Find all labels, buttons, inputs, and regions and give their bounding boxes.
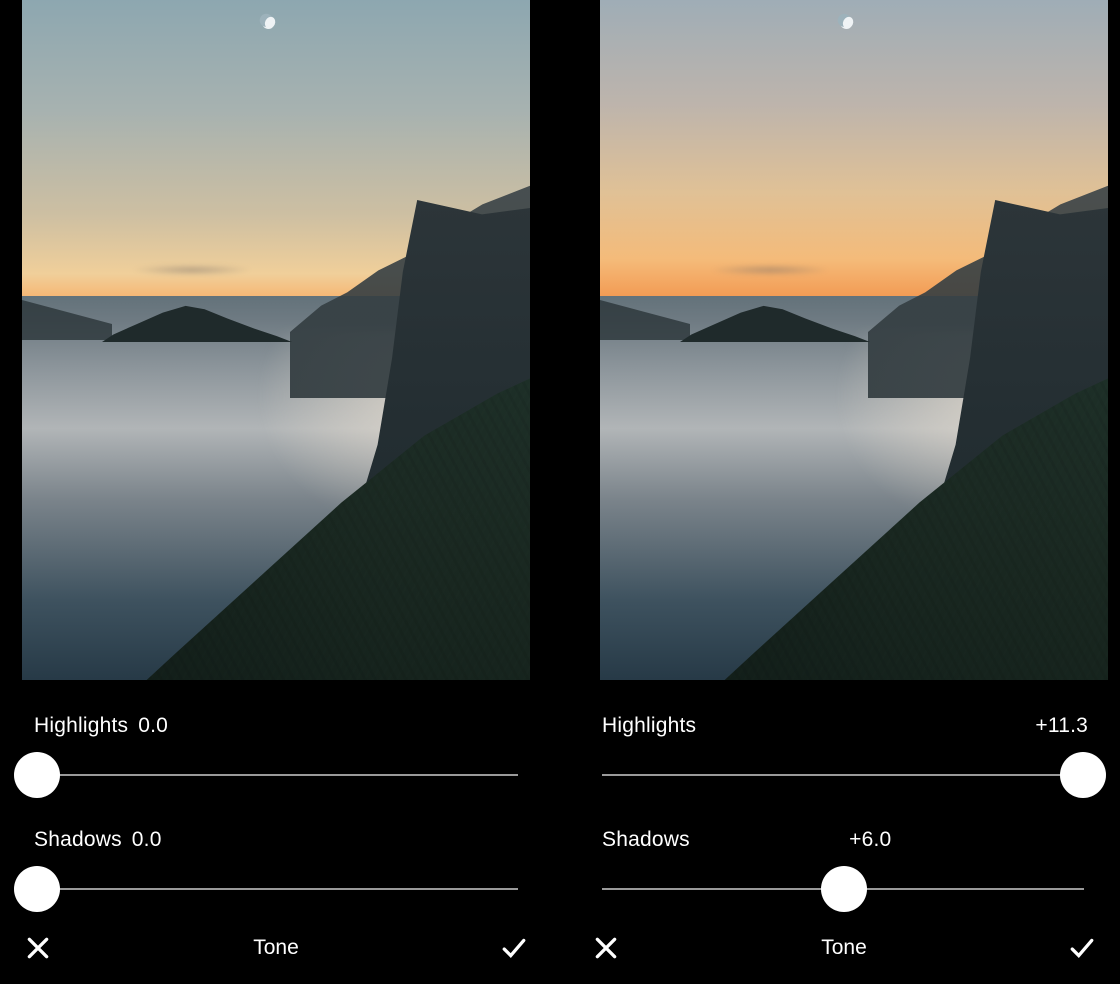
slider-thumb[interactable] (821, 866, 867, 912)
panel-title: Tone (253, 936, 299, 960)
slider-track (602, 774, 1066, 776)
highlights-slider[interactable] (590, 752, 1098, 798)
bottom-bar: Tone (22, 932, 530, 964)
shadows-label: Shadows (34, 828, 122, 852)
cancel-button[interactable] (590, 932, 622, 964)
check-icon (1069, 935, 1095, 961)
shadows-row: Shadows +6.0 (590, 828, 1098, 912)
close-icon (25, 935, 51, 961)
tone-controls: Highlights +11.3 Shadows +6.0 Tone (568, 680, 1120, 984)
image-preview (0, 0, 552, 680)
shadows-value: +6.0 (849, 828, 891, 852)
editor-panel-after: Highlights +11.3 Shadows +6.0 Tone (568, 0, 1120, 984)
image-preview (568, 0, 1120, 680)
cancel-button[interactable] (22, 932, 54, 964)
preview-scene (22, 0, 530, 680)
slider-thumb[interactable] (14, 866, 60, 912)
shadows-row: Shadows 0.0 (22, 828, 530, 912)
editor-panel-before: Highlights 0.0 Shadows 0.0 Tone (0, 0, 552, 984)
slider-track (52, 888, 518, 890)
close-icon (593, 935, 619, 961)
clouds (132, 264, 252, 276)
slider-track (52, 774, 518, 776)
clouds (710, 264, 830, 276)
highlights-label: Highlights (602, 714, 696, 738)
bottom-bar: Tone (590, 932, 1098, 964)
highlights-slider[interactable] (22, 752, 530, 798)
shadows-value: 0.0 (132, 828, 162, 852)
shadows-slider[interactable] (22, 866, 530, 912)
highlights-value: +11.3 (1035, 714, 1088, 738)
highlights-label: Highlights (34, 714, 128, 738)
highlights-value: 0.0 (138, 714, 168, 738)
shadows-slider[interactable] (590, 866, 1098, 912)
confirm-button[interactable] (1066, 932, 1098, 964)
tone-controls: Highlights 0.0 Shadows 0.0 Tone (0, 680, 552, 984)
confirm-button[interactable] (498, 932, 530, 964)
shadows-label: Shadows (602, 828, 690, 852)
slider-thumb[interactable] (1060, 752, 1106, 798)
preview-scene (600, 0, 1108, 680)
highlights-row: Highlights 0.0 (22, 714, 530, 798)
highlights-row: Highlights +11.3 (590, 714, 1098, 798)
panel-title: Tone (821, 936, 867, 960)
slider-thumb[interactable] (14, 752, 60, 798)
check-icon (501, 935, 527, 961)
